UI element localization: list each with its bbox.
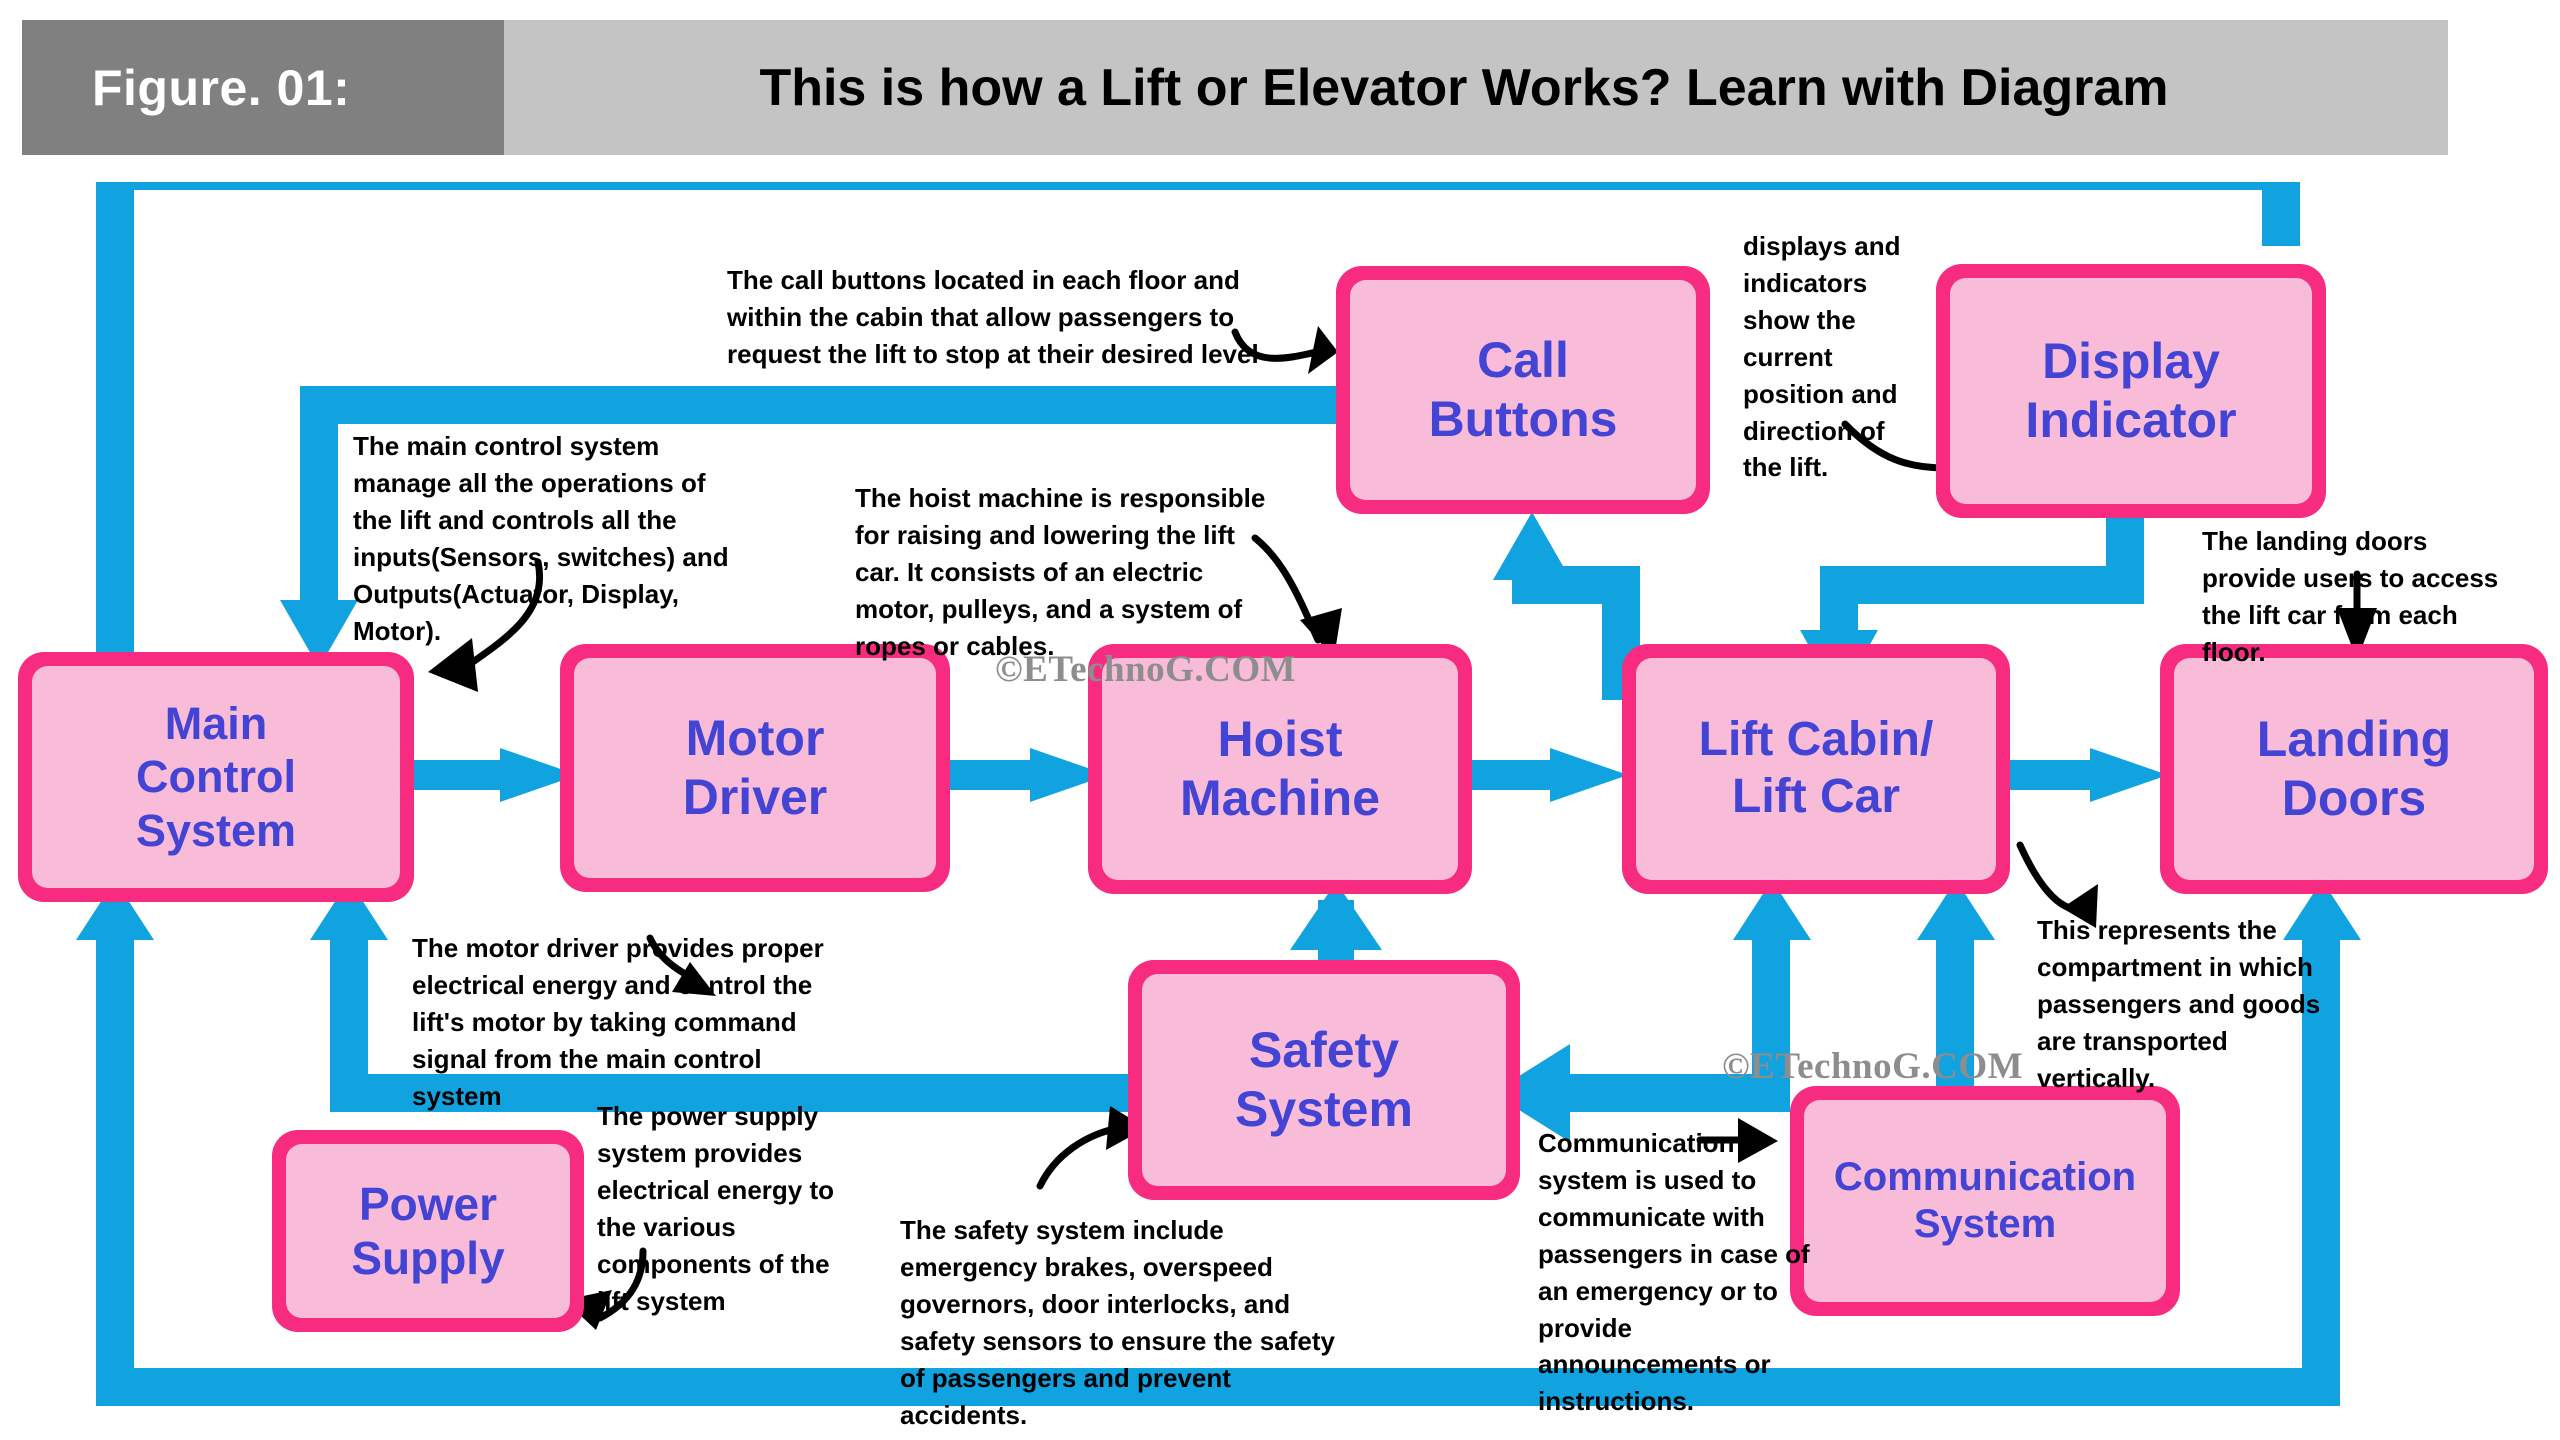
watermark-lower: ©ETechnoG.COM	[1722, 1046, 2024, 1087]
node-communication-system[interactable]: Communication System	[1790, 1086, 2180, 1316]
node-motor-driver[interactable]: Motor Driver	[560, 644, 950, 892]
node-line: System	[1913, 1202, 2057, 1246]
node-line: Communication	[1833, 1154, 2137, 1199]
wire-top-feedback	[96, 182, 2300, 190]
node-display-indicator[interactable]: Display Indicator	[1936, 264, 2326, 518]
node-line: Main	[164, 698, 268, 750]
node-line: Doors	[2281, 770, 2427, 826]
annotation-lift-cabin: This represents the compartment in which…	[2037, 915, 2321, 1093]
node-line: Driver	[682, 769, 828, 825]
annotation-safety-system: The safety system include emergency brak…	[900, 1215, 1335, 1430]
node-power-supply[interactable]: Power Supply	[272, 1130, 584, 1332]
annotation-landing-doors: The landing doors provide users to acces…	[2202, 526, 2499, 667]
node-line: Supply	[351, 1232, 505, 1284]
node-line: Landing	[2256, 711, 2452, 767]
node-line: Indicator	[2025, 392, 2237, 448]
diagram-canvas: Figure. 01: This is how a Lift or Elevat…	[0, 0, 2560, 1440]
node-line: Hoist	[1217, 711, 1343, 767]
node-line: Buttons	[1428, 391, 1618, 447]
arrowhead-hoist-to-cabin	[1550, 748, 1628, 802]
node-line: Power	[358, 1177, 498, 1230]
node-line: Lift Car	[1732, 770, 1900, 823]
node-line: Safety	[1248, 1022, 1400, 1078]
node-lift-cabin[interactable]: Lift Cabin/ Lift Car	[1622, 644, 2010, 894]
node-line: System	[135, 804, 297, 856]
watermark-center: ©ETechnoG.COM	[995, 649, 1297, 690]
annotation-main-control: The main control system manage all the o…	[353, 431, 729, 646]
pointer-safety-system	[1036, 1124, 1122, 1190]
arrowhead-cabin-to-landing	[2090, 748, 2168, 802]
node-line: Control	[136, 751, 296, 803]
annotation-call-buttons: The call buttons located in each floor a…	[727, 265, 1259, 369]
annotation-display-indicator: displays and indicators show the current…	[1743, 231, 1901, 483]
wire-bottom-left-up	[96, 930, 134, 1368]
node-line: Display	[2042, 333, 2220, 389]
node-call-buttons[interactable]: Call Buttons	[1336, 266, 1710, 514]
arrowhead-to-call-buttons	[1493, 512, 1571, 580]
node-line: Call	[1477, 332, 1569, 388]
node-main-control-system[interactable]: Main Control System	[18, 652, 414, 902]
node-line: Machine	[1179, 770, 1381, 826]
wire-second-top-down	[300, 386, 338, 610]
wire-display-left	[1820, 566, 2144, 604]
annotation-motor-driver: The motor driver provides proper electri…	[412, 933, 824, 1111]
wire-top-right-into-display	[2262, 182, 2300, 246]
node-landing-doors[interactable]: Landing Doors	[2160, 644, 2548, 894]
wire-mid-branch-up	[330, 930, 368, 1074]
annotation-power-supply: The power supply system provides electri…	[597, 1101, 834, 1316]
annotation-hoist-machine: The hoist machine is responsible for rai…	[855, 483, 1266, 661]
annotation-communication-system: Communication system is used to communic…	[1538, 1128, 1810, 1417]
node-safety-system[interactable]: Safety System	[1128, 960, 1520, 1200]
wire-display-down2	[1820, 566, 1858, 640]
node-line: System	[1235, 1081, 1413, 1137]
node-line: Lift Cabin/	[1698, 713, 1934, 767]
node-line: Motor	[685, 710, 825, 766]
